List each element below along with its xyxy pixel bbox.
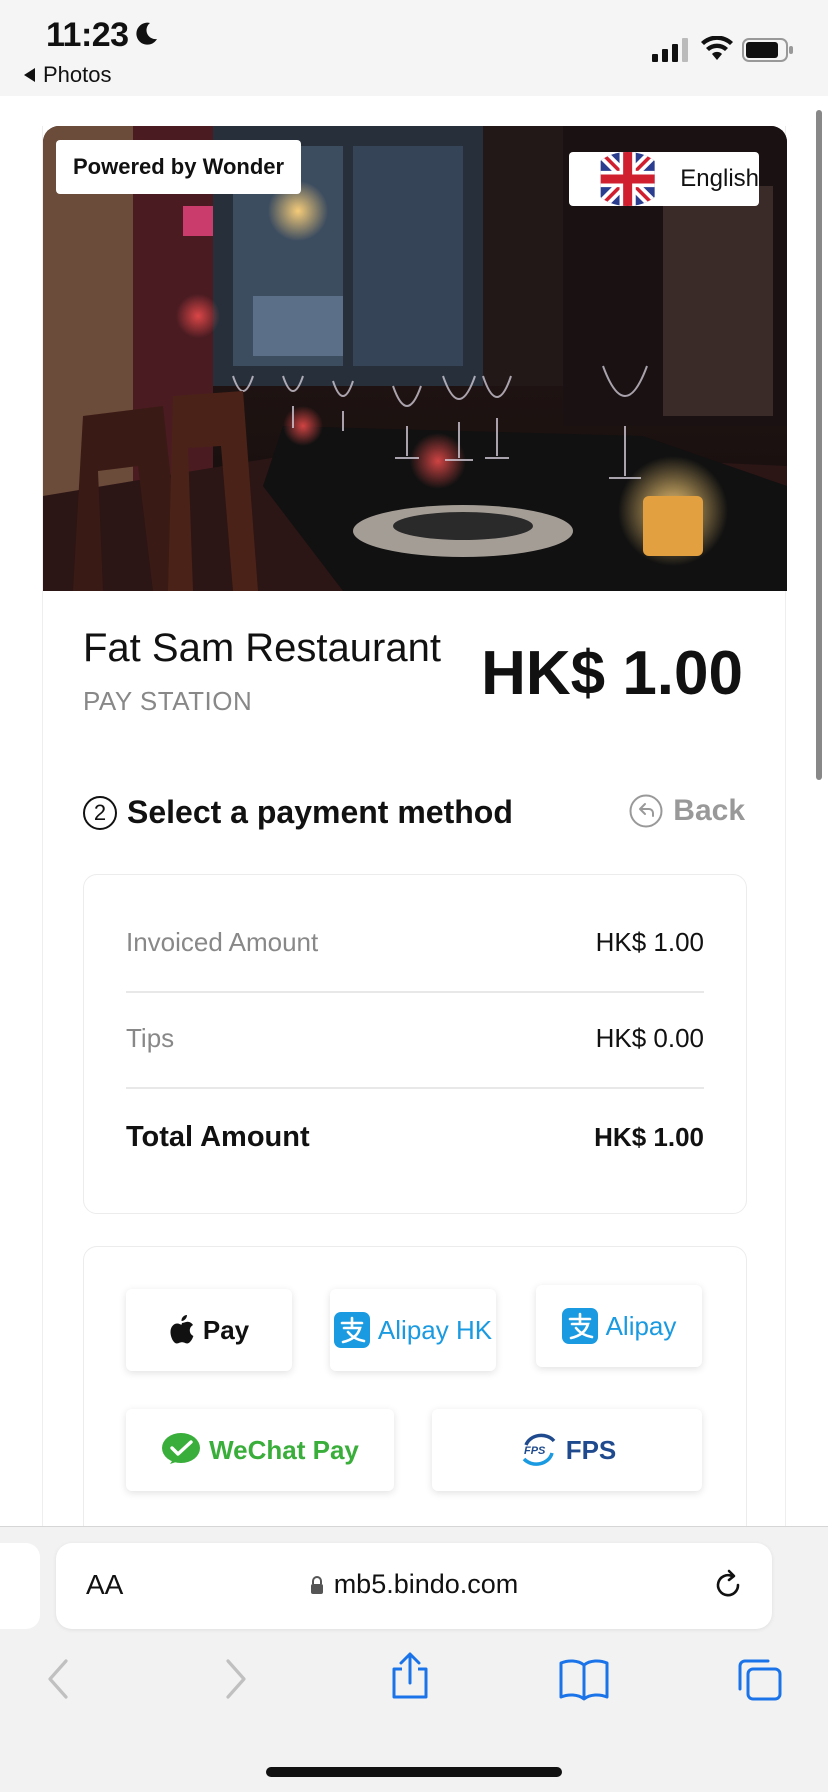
wechat-pay-logo-icon	[162, 1433, 201, 1464]
previous-tab-edge[interactable]	[0, 1543, 40, 1629]
back-label: Back	[673, 794, 745, 827]
alipay-hk-button[interactable]: Alipay HK	[330, 1289, 496, 1371]
step-number: 2	[83, 795, 117, 830]
alipay-logo-icon	[333, 1312, 370, 1348]
forward-arrow-icon[interactable]	[222, 1657, 250, 1701]
bookmarks-icon[interactable]	[558, 1657, 610, 1701]
apple-pay-label: Pay	[202, 1314, 250, 1345]
fps-logo-text: FPS	[524, 1445, 546, 1457]
safari-nav-icons	[0, 1652, 828, 1717]
battery-icon	[742, 38, 793, 62]
home-indicator[interactable]	[266, 1767, 562, 1777]
tips-label: Tips	[126, 1023, 175, 1053]
payment-methods: Pay Alipay HK Alipay WeChat Pay FPS FPS	[83, 1246, 747, 1526]
lock-icon	[310, 1575, 323, 1594]
total-value: HK$ 1.00	[594, 1122, 704, 1152]
tabs-icon[interactable]	[736, 1657, 784, 1703]
divider	[126, 991, 704, 993]
share-icon[interactable]	[388, 1651, 432, 1701]
step-title: Select a payment method	[127, 794, 513, 830]
invoiced-row: Invoiced Amount HK$ 1.00	[126, 927, 704, 958]
total-row: Total Amount HK$ 1.00	[126, 1121, 704, 1154]
tips-row: Tips HK$ 0.00	[126, 1023, 704, 1054]
web-page[interactable]: Powered by Wonder English Fat Sam Restau…	[0, 96, 828, 1526]
moon-icon	[136, 22, 157, 45]
language-label: English	[680, 165, 759, 192]
url-text: mb5.bindo.com	[333, 1569, 519, 1599]
url-display[interactable]: mb5.bindo.com	[56, 1569, 772, 1600]
alipay-label: Alipay	[605, 1310, 677, 1341]
tips-value: HK$ 0.00	[595, 1023, 704, 1053]
total-label: Total Amount	[126, 1121, 310, 1153]
fps-logo-icon: FPS	[522, 1433, 556, 1466]
back-triangle-icon	[24, 68, 35, 82]
cellular-signal-icon	[652, 38, 688, 62]
pay-station-card: Powered by Wonder English Fat Sam Restau…	[42, 126, 787, 1526]
scroll-indicator[interactable]	[816, 110, 822, 780]
fps-label: FPS	[565, 1434, 617, 1465]
back-arrow-icon	[629, 794, 663, 828]
status-bar: 11:23 Photos	[0, 0, 828, 96]
alipay-button[interactable]: Alipay	[536, 1285, 702, 1367]
language-selector[interactable]: English	[569, 152, 759, 206]
safari-toolbar: AA mb5.bindo.com	[0, 1526, 828, 1792]
pay-station-label: PAY STATION	[83, 686, 253, 716]
amount-summary: Invoiced Amount HK$ 1.00 Tips HK$ 0.00 T…	[83, 874, 747, 1214]
restaurant-name: Fat Sam Restaurant	[83, 626, 441, 670]
divider	[126, 1087, 704, 1089]
amount-due: HK$ 1.00	[481, 639, 743, 708]
address-bar[interactable]: AA mb5.bindo.com	[56, 1543, 772, 1629]
restaurant-photo: Powered by Wonder English	[43, 126, 787, 591]
wifi-icon	[701, 36, 733, 60]
uk-flag-icon	[596, 152, 659, 206]
back-button[interactable]: Back	[629, 794, 745, 828]
back-to-app-link[interactable]: Photos	[24, 62, 112, 88]
invoiced-label: Invoiced Amount	[126, 927, 319, 957]
step-heading: 2 Select a payment method	[83, 794, 513, 831]
fps-button[interactable]: FPS FPS	[432, 1409, 702, 1491]
apple-logo-icon	[170, 1315, 194, 1344]
back-arrow-icon[interactable]	[44, 1657, 72, 1701]
back-app-label: Photos	[43, 62, 112, 87]
reload-icon[interactable]	[710, 1567, 746, 1603]
alipay-hk-label: Alipay HK	[377, 1314, 493, 1345]
wechat-pay-label: WeChat Pay	[209, 1434, 359, 1465]
invoiced-value: HK$ 1.00	[595, 927, 704, 957]
wechat-pay-button[interactable]: WeChat Pay	[126, 1409, 394, 1491]
alipay-logo-icon	[561, 1308, 598, 1344]
powered-by-badge: Powered by Wonder	[56, 140, 302, 194]
status-time: 11:23	[46, 16, 129, 54]
apple-pay-button[interactable]: Pay	[126, 1289, 292, 1371]
